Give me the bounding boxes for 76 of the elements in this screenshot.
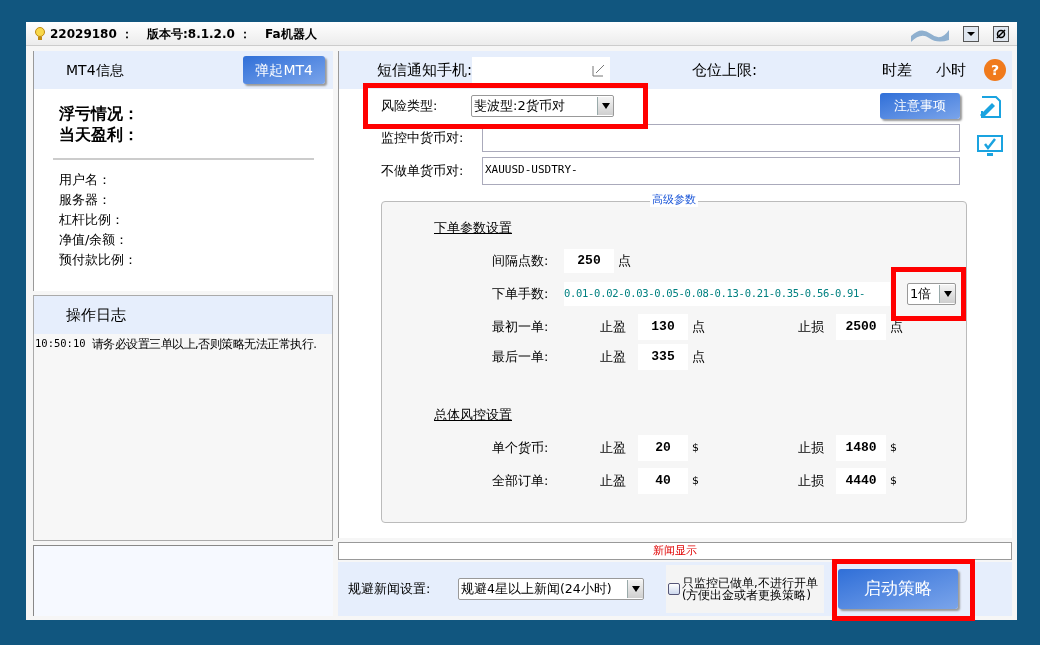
caret-icon xyxy=(939,284,955,303)
stop-loss-field[interactable]: 4440 xyxy=(836,468,886,494)
edit-icon xyxy=(592,63,607,77)
take-profit-field[interactable]: 130 xyxy=(638,313,688,340)
news-title: 新闻显示 xyxy=(653,542,697,559)
bulb-icon xyxy=(34,26,46,41)
log-time: 10:50:10 xyxy=(35,336,86,351)
minimize-button[interactable] xyxy=(963,25,979,42)
account-field-label: 杠杆比例： xyxy=(59,211,125,229)
stop-loss-label: 止损 xyxy=(798,439,825,458)
sms-field[interactable] xyxy=(472,57,611,83)
time-difference-label: 时差 xyxy=(882,59,912,81)
take-profit-field[interactable]: 335 xyxy=(638,343,688,370)
lots-field[interactable]: 0.01-0.02-0.03-0.05-0.08-0.13-0.21-0.35-0.56-0.91- xyxy=(564,281,890,306)
unit-label: 点 xyxy=(889,317,903,336)
panel-title: 操作日志 xyxy=(66,304,126,326)
take-profit-field[interactable]: 20 xyxy=(638,435,688,461)
risk-type-label: 风险类型: xyxy=(380,96,439,115)
pencil-note-icon[interactable] xyxy=(978,95,1002,119)
avoid-news-label: 规避新闻设置: xyxy=(348,580,432,599)
monitor-only-label: 只监控已做单,不进行开单 (方便出金或者更换策略) xyxy=(682,577,818,601)
unit-label: $ xyxy=(691,472,700,489)
unit-label: 点 xyxy=(691,347,706,366)
monitored-pairs-field[interactable] xyxy=(482,124,960,152)
unit-label: $ xyxy=(691,439,700,456)
row-label: 最后一单: xyxy=(491,347,550,366)
start-strategy-button[interactable]: 启动策略 xyxy=(837,569,958,609)
log-message: 请务必设置三单以上,否则策略无法正常执行. xyxy=(91,336,317,353)
row-label: 最初一单: xyxy=(491,317,550,336)
section-heading: 总体风控设置 xyxy=(434,405,512,424)
stop-loss-field[interactable]: 2500 xyxy=(836,313,886,340)
hours-label: 小时 xyxy=(936,59,966,81)
position-limit-label: 仓位上限: xyxy=(692,59,758,81)
row-label: 全部订单: xyxy=(491,472,550,491)
monitored-pairs-label: 监控中货币对: xyxy=(380,129,465,148)
excluded-pairs-label: 不做单货币对: xyxy=(380,161,465,180)
monitor-only-checkbox[interactable] xyxy=(668,583,680,595)
row-label: 单个货币: xyxy=(491,439,550,458)
take-profit-label: 止盈 xyxy=(600,439,627,458)
take-profit-label: 止盈 xyxy=(600,472,627,491)
version-text: 版本号:8.1.2.0 ： xyxy=(147,25,252,43)
row-label: 间隔点数: xyxy=(491,251,550,270)
unit-label: 点 xyxy=(617,251,631,270)
summary-label: 当天盈利： xyxy=(59,124,140,145)
stop-loss-label: 止损 xyxy=(798,317,825,336)
take-profit-label: 止盈 xyxy=(600,347,627,366)
stop-loss-field[interactable]: 1480 xyxy=(836,435,886,461)
app-name: Fa机器人 xyxy=(265,25,317,43)
take-profit-field[interactable]: 40 xyxy=(638,468,688,494)
interval-field[interactable]: 250 xyxy=(564,248,614,273)
unit-label: $ xyxy=(889,472,897,489)
caret-icon xyxy=(967,31,975,36)
close-button[interactable] xyxy=(993,25,1009,42)
group-title: 高级参数 xyxy=(650,193,698,207)
caret-icon xyxy=(627,580,643,598)
section-heading: 下单参数设置 xyxy=(434,219,512,237)
account-field-label: 预付款比例： xyxy=(59,251,138,269)
panel-title: MT4信息 xyxy=(66,60,124,80)
summary-label: 浮亏情况： xyxy=(59,103,140,124)
account-field-label: 用户名： xyxy=(59,171,112,189)
excluded-pairs-field[interactable]: XAUUSD-USDTRY- xyxy=(482,156,960,185)
unit-label: 点 xyxy=(691,317,706,336)
account-field-label: 服务器： xyxy=(59,191,112,209)
multiplier-dropdown[interactable]: 1倍 xyxy=(907,282,956,305)
account-field-label: 净值/余额： xyxy=(59,231,130,249)
take-profit-label: 止盈 xyxy=(600,317,627,336)
avoid-news-dropdown[interactable]: 规避4星以上新闻(24小时) xyxy=(458,578,644,600)
monitor-check-icon[interactable] xyxy=(977,135,1003,157)
row-label: 下单手数: xyxy=(491,284,550,303)
sms-label: 短信通知手机: xyxy=(377,59,473,81)
account-number: 22029180 ： xyxy=(50,25,133,43)
stop-loss-label: 止损 xyxy=(798,472,825,491)
caret-icon xyxy=(597,96,613,115)
notice-button[interactable]: 注意事项 xyxy=(880,92,960,119)
unit-label: $ xyxy=(889,439,897,456)
risk-type-dropdown[interactable]: 斐波型:2货币对 xyxy=(471,94,614,117)
